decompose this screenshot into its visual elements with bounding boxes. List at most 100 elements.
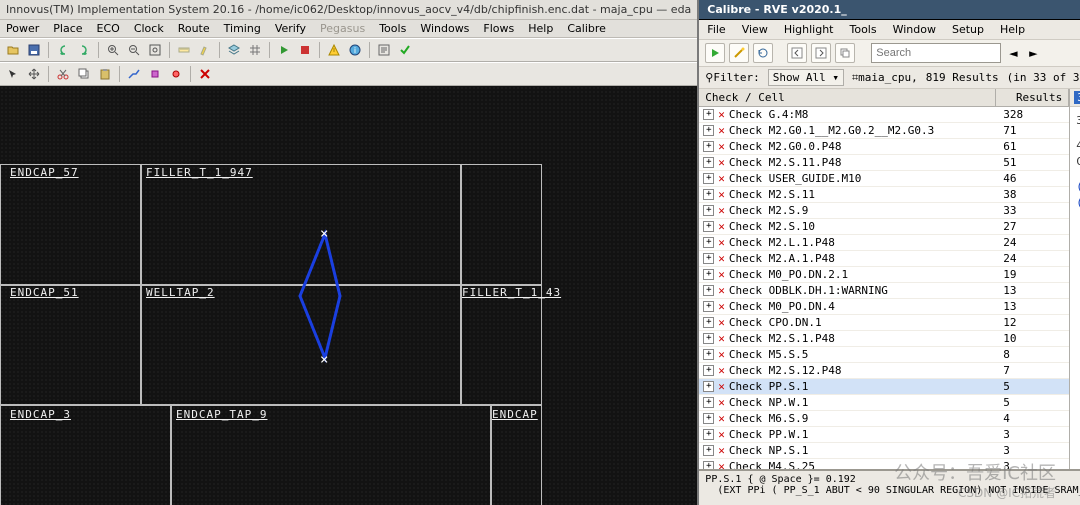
open-icon[interactable]: [4, 41, 22, 59]
save-icon[interactable]: [25, 41, 43, 59]
info-icon[interactable]: i: [346, 41, 364, 59]
play-green-icon[interactable]: [705, 43, 725, 63]
menu-route[interactable]: Route: [178, 22, 210, 35]
paste-icon[interactable]: [96, 65, 114, 83]
check-row[interactable]: +✕Check M0_PO.DN.413: [699, 299, 1069, 315]
select-icon[interactable]: [4, 65, 22, 83]
menu-calibre[interactable]: Calibre: [567, 22, 606, 35]
expand-icon[interactable]: +: [703, 109, 714, 120]
filter-mode-dropdown[interactable]: Show All ▾: [768, 69, 844, 86]
via-icon[interactable]: [146, 65, 164, 83]
play-icon[interactable]: [275, 41, 293, 59]
check-row[interactable]: +✕Check CPO.DN.112: [699, 315, 1069, 331]
check-row[interactable]: +✕Check M2.S.11.P4851: [699, 155, 1069, 171]
menu-flows[interactable]: Flows: [483, 22, 514, 35]
check-row[interactable]: +✕Check M4.S.253: [699, 459, 1069, 469]
expand-icon[interactable]: +: [703, 461, 714, 469]
menu-help[interactable]: Help: [528, 22, 553, 35]
expand-icon[interactable]: +: [703, 141, 714, 152]
zoom-in-icon[interactable]: [104, 41, 122, 59]
check-row[interactable]: +✕Check M2.A.1.P4824: [699, 251, 1069, 267]
redo-icon[interactable]: [75, 41, 93, 59]
menu-tools[interactable]: Tools: [379, 22, 406, 35]
menu-file[interactable]: File: [707, 23, 725, 36]
check-row[interactable]: +✕Check M2.S.1.P4810: [699, 331, 1069, 347]
undo-icon[interactable]: [54, 41, 72, 59]
expand-icon[interactable]: +: [703, 269, 714, 280]
check-row[interactable]: +✕Check M2.S.1027: [699, 219, 1069, 235]
expand-icon[interactable]: +: [703, 285, 714, 296]
menu-highlight[interactable]: Highlight: [784, 23, 834, 36]
header-results[interactable]: Results: [996, 89, 1069, 106]
layout-canvas[interactable]: ENDCAP_57 FILLER_T_1_947 ENDCAP_51 WELLT…: [0, 86, 697, 505]
tree-body[interactable]: +✕Check G.4:M8328+✕Check M2.G0.1__M2.G0.…: [699, 107, 1069, 469]
highlight-icon[interactable]: [196, 41, 214, 59]
filter-icon[interactable]: ⚲Filter:: [705, 71, 759, 84]
coord-1[interactable]: (802.464 2.784): [1076, 180, 1080, 193]
stack-icon[interactable]: [835, 43, 855, 63]
check-row[interactable]: +✕Check M2.L.1.P4824: [699, 235, 1069, 251]
check-row[interactable]: +✕Check PP.S.15: [699, 379, 1069, 395]
pin-icon[interactable]: [167, 65, 185, 83]
check-row[interactable]: +✕Check M2.G0.1__M2.G0.2__M2.G0.371: [699, 123, 1069, 139]
next-page-icon[interactable]: [811, 43, 831, 63]
copy-icon[interactable]: [75, 65, 93, 83]
expand-icon[interactable]: +: [703, 349, 714, 360]
check-row[interactable]: +✕Check M2.G0.0.P4861: [699, 139, 1069, 155]
menu-window[interactable]: Window: [893, 23, 936, 36]
expand-icon[interactable]: +: [703, 221, 714, 232]
header-check[interactable]: Check / Cell: [699, 89, 996, 106]
menu-verify[interactable]: Verify: [275, 22, 306, 35]
move-icon[interactable]: [25, 65, 43, 83]
check-row[interactable]: +✕Check M2.S.12.P487: [699, 363, 1069, 379]
expand-icon[interactable]: +: [703, 125, 714, 136]
zoom-out-icon[interactable]: [125, 41, 143, 59]
menu-power[interactable]: Power: [6, 22, 39, 35]
menu-eco[interactable]: ECO: [97, 22, 120, 35]
cut-icon[interactable]: [54, 65, 72, 83]
expand-icon[interactable]: +: [703, 445, 714, 456]
check-row[interactable]: +✕Check M2.S.1138: [699, 187, 1069, 203]
layers-icon[interactable]: [225, 41, 243, 59]
expand-icon[interactable]: +: [703, 253, 714, 264]
expand-icon[interactable]: +: [703, 173, 714, 184]
check-row[interactable]: +✕Check NP.S.13: [699, 443, 1069, 459]
menu-setup[interactable]: Setup: [952, 23, 984, 36]
expand-icon[interactable]: +: [703, 429, 714, 440]
expand-icon[interactable]: +: [703, 205, 714, 216]
expand-icon[interactable]: +: [703, 189, 714, 200]
expand-icon[interactable]: +: [703, 397, 714, 408]
menu-view[interactable]: View: [742, 23, 768, 36]
expand-icon[interactable]: +: [703, 381, 714, 392]
expand-icon[interactable]: +: [703, 301, 714, 312]
menu-clock[interactable]: Clock: [134, 22, 164, 35]
expand-icon[interactable]: +: [703, 413, 714, 424]
menu-place[interactable]: Place: [53, 22, 82, 35]
stop-icon[interactable]: [296, 41, 314, 59]
check-row[interactable]: +✕Check M5.S.58: [699, 347, 1069, 363]
expand-icon[interactable]: +: [703, 365, 714, 376]
check-row[interactable]: +✕Check PP.W.13: [699, 427, 1069, 443]
prev-page-icon[interactable]: [787, 43, 807, 63]
check-row[interactable]: +✕Check M0_PO.DN.2.119: [699, 267, 1069, 283]
menu-help2[interactable]: Help: [1000, 23, 1025, 36]
expand-icon[interactable]: +: [703, 317, 714, 328]
summary-icon[interactable]: [375, 41, 393, 59]
delete-icon[interactable]: [196, 65, 214, 83]
expand-icon[interactable]: +: [703, 333, 714, 344]
refresh-icon[interactable]: [753, 43, 773, 63]
menu-windows[interactable]: Windows: [420, 22, 469, 35]
menu-tools2[interactable]: Tools: [850, 23, 877, 36]
ruler-icon[interactable]: [175, 41, 193, 59]
warning-icon[interactable]: [325, 41, 343, 59]
coord-2[interactable]: (802.560: [1076, 196, 1080, 209]
expand-icon[interactable]: +: [703, 157, 714, 168]
search-prev-icon[interactable]: ◄: [1005, 44, 1021, 62]
search-next-icon[interactable]: ►: [1025, 44, 1041, 62]
grid-icon[interactable]: [246, 41, 264, 59]
tab-391[interactable]: 391: [1074, 91, 1080, 104]
check-row[interactable]: +✕Check NP.W.15: [699, 395, 1069, 411]
menu-timing[interactable]: Timing: [224, 22, 261, 35]
check-row[interactable]: +✕Check G.4:M8328: [699, 107, 1069, 123]
check-icon[interactable]: [396, 41, 414, 59]
